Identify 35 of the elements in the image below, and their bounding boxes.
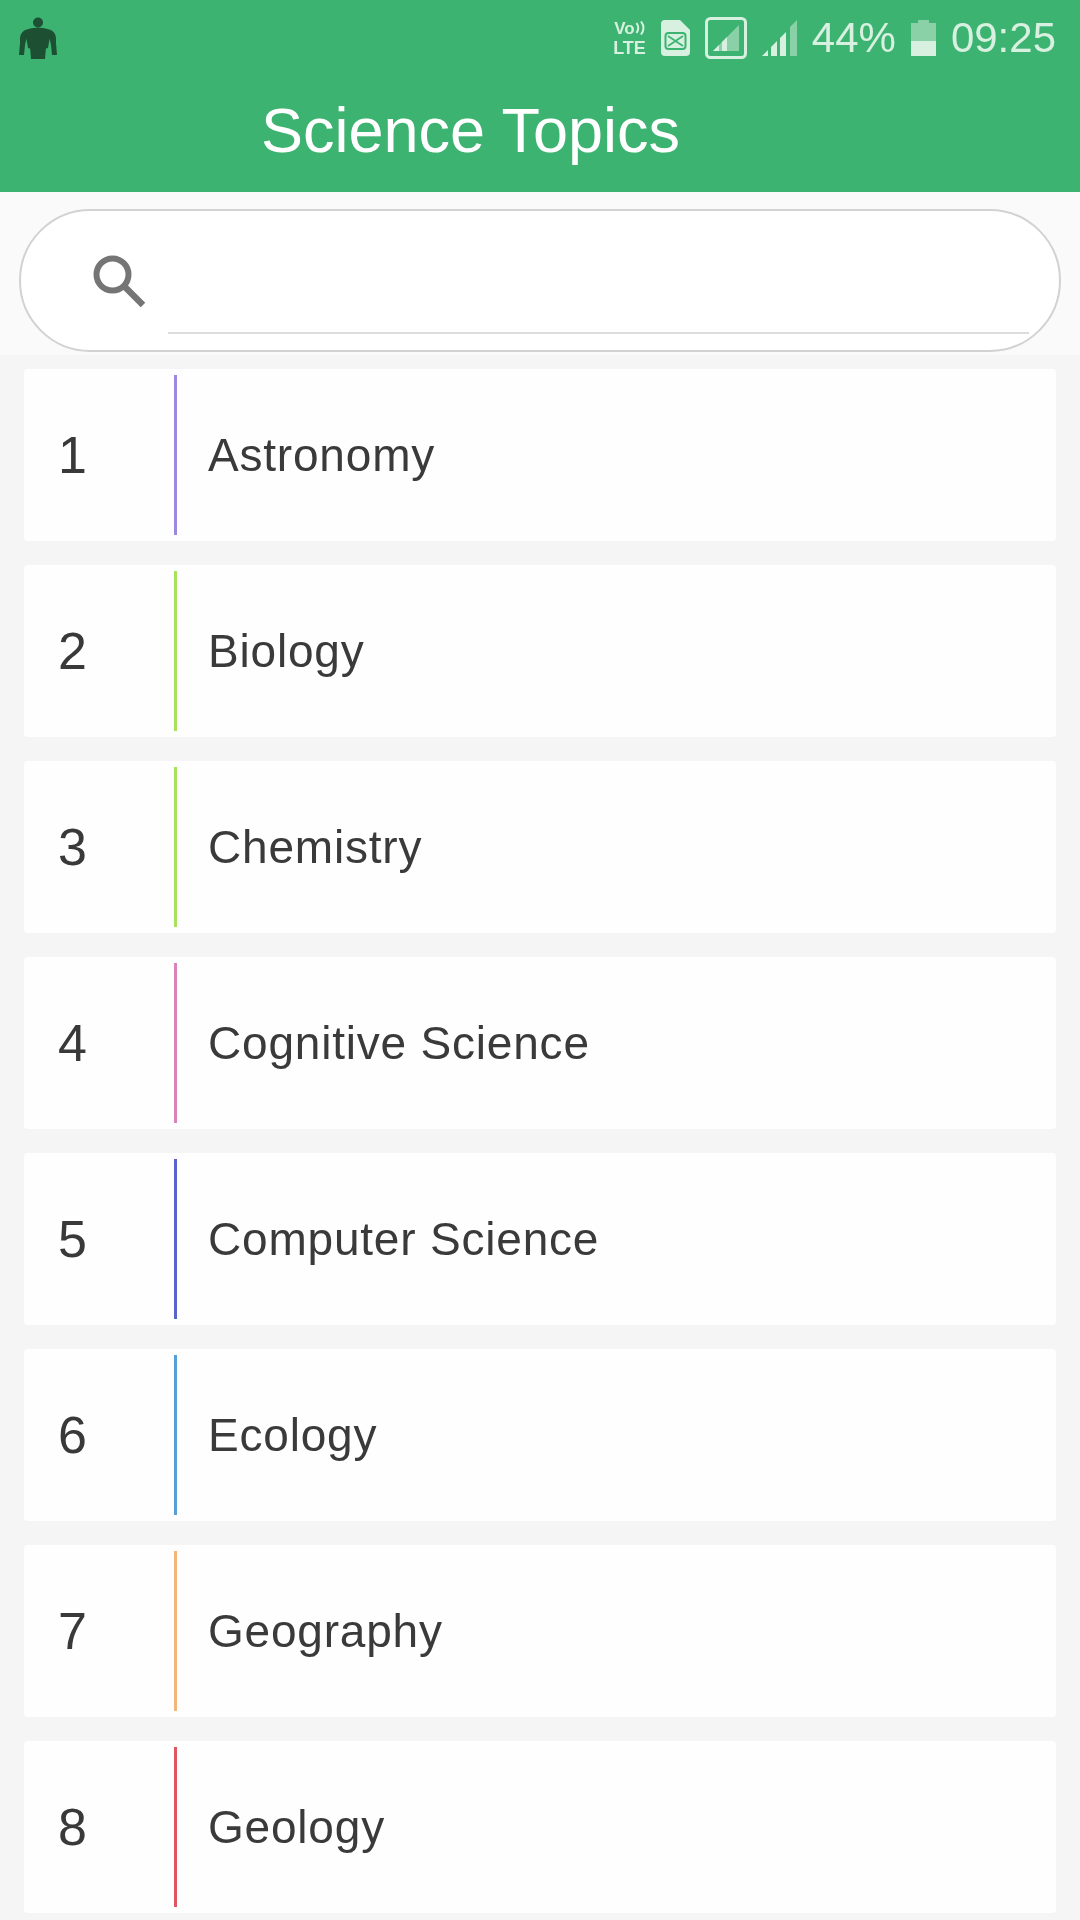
topic-name: Geology bbox=[208, 1801, 385, 1853]
topic-card[interactable]: 8 Geology bbox=[24, 1741, 1056, 1913]
topic-number: 4 bbox=[58, 1017, 87, 1069]
topic-name: Biology bbox=[208, 625, 365, 677]
topic-number: 6 bbox=[58, 1409, 87, 1461]
figure-icon bbox=[18, 17, 58, 59]
topic-name: Astronomy bbox=[208, 429, 436, 481]
sim-card-icon bbox=[660, 20, 690, 56]
topic-card[interactable]: 3 Chemistry bbox=[24, 761, 1056, 933]
battery-icon bbox=[910, 20, 936, 56]
topic-name: Ecology bbox=[208, 1409, 378, 1461]
lte-label: LTE bbox=[613, 38, 646, 57]
topic-number: 3 bbox=[58, 821, 87, 873]
topic-number: 8 bbox=[58, 1801, 87, 1853]
topic-name: Chemistry bbox=[208, 821, 423, 873]
volte-label: Vo bbox=[614, 19, 635, 37]
wave-icon bbox=[634, 21, 645, 35]
topic-number: 1 bbox=[58, 429, 87, 481]
topic-name: Geography bbox=[208, 1605, 443, 1657]
topic-number: 5 bbox=[58, 1213, 87, 1265]
battery-percentage: 44% bbox=[811, 17, 896, 59]
topic-card[interactable]: 5 Computer Science bbox=[24, 1153, 1056, 1325]
search-icon[interactable] bbox=[93, 254, 145, 307]
topic-number: 7 bbox=[58, 1605, 87, 1657]
topic-card[interactable]: 7 Geography bbox=[24, 1545, 1056, 1717]
topic-card[interactable]: 4 Cognitive Science bbox=[24, 957, 1056, 1129]
clock-time: 09:25 bbox=[950, 17, 1056, 59]
topic-number: 2 bbox=[58, 625, 87, 677]
topic-card[interactable]: 2 Biology bbox=[24, 565, 1056, 737]
topic-card[interactable]: 6 Ecology bbox=[24, 1349, 1056, 1521]
signal-box-icon bbox=[704, 17, 747, 59]
topic-card[interactable]: 1 Astronomy bbox=[24, 369, 1056, 541]
topic-name: Cognitive Science bbox=[208, 1017, 590, 1069]
topic-name: Computer Science bbox=[208, 1213, 600, 1265]
signal-bars-icon bbox=[761, 20, 797, 56]
